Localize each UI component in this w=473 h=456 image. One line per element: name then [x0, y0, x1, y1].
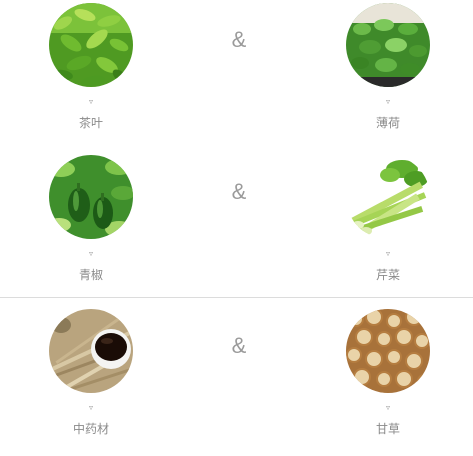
- ingredient-card-tea[interactable]: ▿ 茶叶: [46, 3, 136, 139]
- expand-caret-icon[interactable]: ▿: [343, 97, 433, 107]
- ingredient-label: 中药材: [72, 422, 109, 436]
- pair-joiner: &: [231, 179, 247, 204]
- ingredient-label: 青椒: [78, 268, 103, 282]
- mint-image[interactable]: [346, 3, 430, 87]
- expand-caret-icon[interactable]: ▿: [46, 97, 136, 107]
- pair-row: ▿ 中药材 & ▿ 甘草: [0, 306, 473, 456]
- ingredient-label: 甘草: [375, 422, 400, 436]
- pair-joiner: &: [231, 333, 247, 358]
- ingredient-label: 薄荷: [375, 116, 400, 130]
- section-divider: [0, 297, 473, 298]
- licorice-root-image[interactable]: [346, 309, 430, 393]
- ingredient-card-herbal-medicine[interactable]: ▿ 中药材: [46, 309, 136, 445]
- expand-caret-icon[interactable]: ▿: [46, 403, 136, 413]
- ingredient-card-licorice[interactable]: ▿ 甘草: [343, 309, 433, 445]
- ingredient-card-mint[interactable]: ▿ 薄荷: [343, 3, 433, 139]
- pair-row: ▿ 青椒 & ▿ 芹菜: [0, 152, 473, 302]
- expand-caret-icon[interactable]: ▿: [46, 249, 136, 259]
- celery-image[interactable]: [346, 155, 430, 239]
- pair-joiner: &: [231, 27, 247, 52]
- expand-caret-icon[interactable]: ▿: [343, 403, 433, 413]
- ingredient-label: 芹菜: [375, 268, 400, 282]
- expand-caret-icon[interactable]: ▿: [343, 249, 433, 259]
- ingredient-label: 茶叶: [78, 116, 103, 130]
- herbal-medicine-image[interactable]: [49, 309, 133, 393]
- green-pepper-image[interactable]: [49, 155, 133, 239]
- pair-row: ▿ 茶叶 & ▿ 薄荷: [0, 0, 473, 150]
- tea-leaves-image[interactable]: [49, 3, 133, 87]
- ingredient-card-celery[interactable]: ▿ 芹菜: [343, 155, 433, 291]
- ingredient-card-green-pepper[interactable]: ▿ 青椒: [46, 155, 136, 291]
